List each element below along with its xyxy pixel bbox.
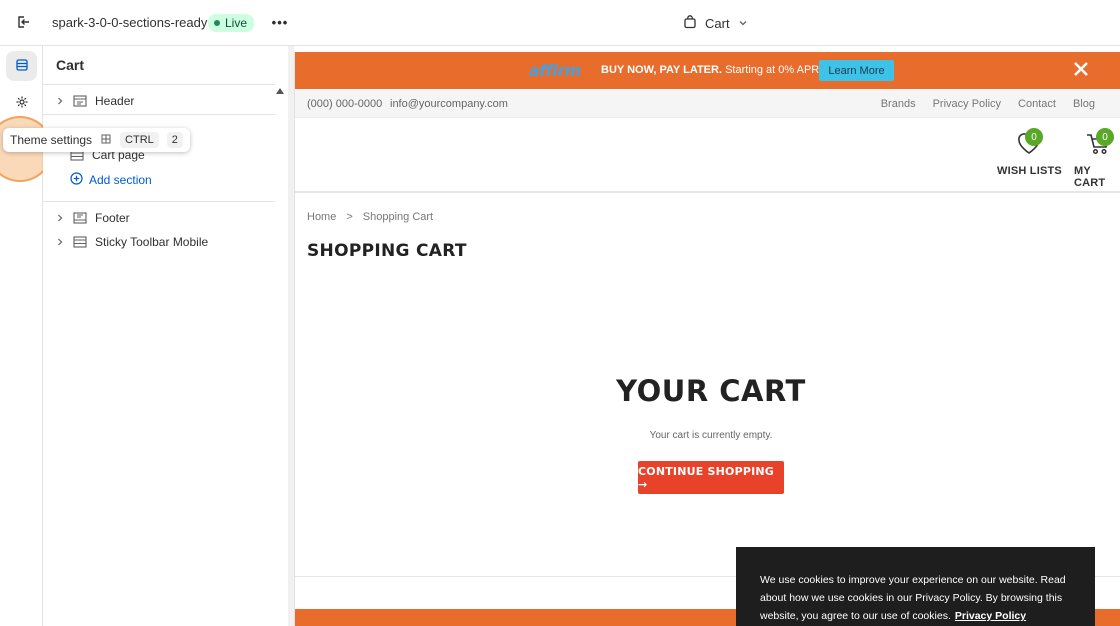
section-group-footer-label: Footer [95, 211, 130, 225]
template-selector[interactable]: Cart [683, 12, 748, 34]
cart-label: MY CART [1074, 165, 1106, 189]
link-privacy-policy[interactable]: Privacy Policy [933, 98, 1001, 110]
close-icon[interactable] [1071, 60, 1091, 80]
chevron-right-icon [55, 214, 65, 222]
section-group-header-label: Header [95, 94, 135, 108]
link-brands[interactable]: Brands [881, 98, 916, 110]
cart-link[interactable]: 0 MY CART [1074, 128, 1120, 189]
live-badge-label: Live [225, 16, 248, 30]
exit-icon[interactable] [12, 11, 34, 33]
breadcrumb-separator: > [346, 211, 353, 223]
store-email[interactable]: info@yourcompany.com [390, 98, 508, 110]
promo-text-rest: Starting at 0% APR [725, 64, 820, 76]
store-phone[interactable]: (000) 000-0000 [307, 98, 382, 110]
add-section-button[interactable]: Add section [70, 172, 152, 188]
cart-count-badge: 0 [1096, 128, 1114, 146]
cookie-privacy-link[interactable]: Privacy Policy [955, 610, 1026, 622]
storefront-preview: affirm BUY NOW, PAY LATER. Starting at 0… [294, 52, 1120, 626]
command-key-icon [100, 133, 112, 148]
live-status-badge: Live [208, 14, 255, 32]
section-group-footer[interactable]: Footer [55, 208, 130, 228]
affirm-logo: affirm [529, 61, 581, 80]
promo-bar: affirm BUY NOW, PAY LATER. Starting at 0… [295, 52, 1120, 89]
shortcut-key-2: 2 [166, 132, 183, 148]
scroll-up-arrow-icon[interactable] [276, 88, 284, 94]
cart-title: YOUR CART [616, 374, 806, 408]
sections-button[interactable] [6, 51, 37, 81]
cookie-banner: We use cookies to improve your experienc… [736, 547, 1095, 626]
store-header: 0 WISH LISTS 0 MY CART [295, 118, 1120, 193]
theme-settings-tooltip: Theme settings CTRL 2 [3, 128, 190, 152]
section-group-sticky-toolbar[interactable]: Sticky Toolbar Mobile [55, 232, 208, 252]
store-name: spark-3-0-0-sections-ready [52, 15, 208, 30]
continue-shopping-button[interactable]: CONTINUE SHOPPING → [638, 461, 784, 494]
theme-settings-button[interactable] [6, 88, 37, 118]
breadcrumb-current: Shopping Cart [362, 211, 434, 223]
plus-circle-icon [70, 172, 83, 188]
footer-section-icon [73, 212, 87, 224]
section-group-sticky-toolbar-label: Sticky Toolbar Mobile [95, 235, 209, 249]
chevron-down-icon [738, 16, 748, 31]
panel-title: Cart [56, 57, 85, 73]
header-section-icon [73, 95, 87, 107]
page-title: SHOPPING CART [307, 241, 467, 261]
divider [43, 114, 275, 115]
gear-icon [15, 95, 29, 112]
wishlist-link[interactable]: 0 WISH LISTS [997, 128, 1062, 177]
tooltip-label: Theme settings [10, 133, 93, 147]
chevron-right-icon [55, 238, 65, 246]
sections-icon [15, 58, 29, 75]
cart-empty-message: Your cart is currently empty. [649, 430, 773, 441]
sticky-toolbar-section-icon [73, 236, 87, 248]
wishlist-label: WISH LISTS [997, 165, 1062, 177]
live-dot-icon [214, 20, 220, 26]
link-contact[interactable]: Contact [1018, 98, 1056, 110]
utility-bar: (000) 000-0000 info@yourcompany.com Bran… [295, 89, 1120, 118]
utility-links: Brands Privacy Policy Contact Blog [881, 98, 1095, 110]
divider [43, 201, 275, 202]
editor-topbar: spark-3-0-0-sections-ready Live ••• Cart [0, 0, 1120, 46]
learn-more-button[interactable]: Learn More [819, 60, 894, 81]
promo-text: BUY NOW, PAY LATER. Starting at 0% APR [601, 64, 819, 76]
link-blog[interactable]: Blog [1073, 98, 1095, 110]
chevron-right-icon [55, 97, 65, 105]
breadcrumb-home[interactable]: Home [307, 211, 336, 223]
template-selector-label: Cart [705, 15, 730, 31]
breadcrumb: Home > Shopping Cart [307, 211, 433, 223]
more-actions-button[interactable]: ••• [270, 12, 290, 32]
wishlist-count-badge: 0 [1025, 128, 1043, 146]
bag-icon [683, 14, 697, 32]
promo-text-bold: BUY NOW, PAY LATER. [601, 64, 723, 76]
shortcut-key-ctrl: CTRL [120, 132, 159, 148]
section-group-header[interactable]: Header [55, 91, 134, 111]
divider [43, 84, 275, 85]
add-section-label: Add section [89, 173, 152, 187]
